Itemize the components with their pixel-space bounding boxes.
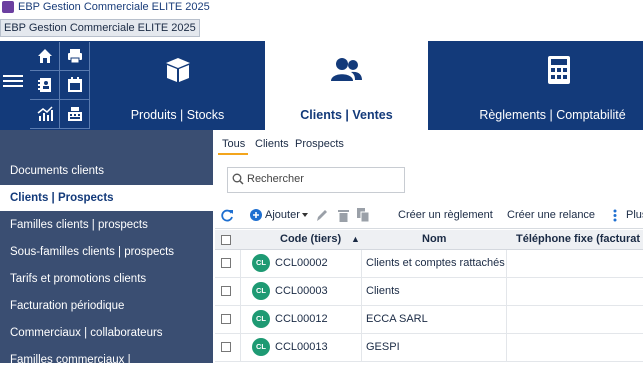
- table-row[interactable]: CL CCL00012 ECCA SARL: [215, 306, 643, 334]
- column-divider: [506, 250, 507, 277]
- column-divider: [361, 334, 362, 361]
- tab-clients-ventes[interactable]: Clients | Ventes: [265, 41, 428, 130]
- sidebar-item-familles-clients[interactable]: Familles clients | prospects: [10, 219, 148, 231]
- client-badge: CL: [252, 310, 270, 328]
- row-code: CCL00003: [275, 285, 328, 297]
- sidebar-item-commerciaux[interactable]: Commerciaux | collaborateurs: [10, 327, 163, 339]
- sidebar-item-facturation-periodique[interactable]: Facturation périodique: [10, 300, 124, 312]
- active-filter-underline: [218, 153, 248, 155]
- table-row[interactable]: CL CCL00013 GESPI: [215, 334, 643, 362]
- users-icon: [331, 58, 362, 81]
- sidebar-item-tarifs-promotions[interactable]: Tarifs et promotions clients: [10, 273, 146, 285]
- row-name: Clients et comptes rattachés: [366, 257, 505, 269]
- column-header-telephone[interactable]: Téléphone fixe (facturat: [516, 233, 640, 245]
- print-icon[interactable]: [60, 42, 90, 71]
- sidebar-item-documents-clients[interactable]: Documents clients: [10, 165, 104, 177]
- client-badge: CL: [252, 338, 270, 356]
- row-checkbox[interactable]: [221, 286, 231, 296]
- chevron-down-icon: [302, 213, 308, 217]
- row-code: CCL00002: [275, 257, 328, 269]
- column-divider: [240, 278, 241, 305]
- column-divider: [361, 250, 362, 277]
- sort-ascending-icon: ▲: [351, 234, 360, 244]
- refresh-icon[interactable]: [221, 209, 234, 222]
- create-reminder-button[interactable]: Créer une relance: [507, 209, 595, 221]
- row-code: CCL00013: [275, 341, 328, 353]
- calculator-icon: [548, 56, 570, 84]
- client-badge: CL: [252, 282, 270, 300]
- table-row[interactable]: CL CCL00003 Clients: [215, 278, 643, 306]
- sidebar-item-familles-commerciaux[interactable]: Familles commerciaux |: [10, 354, 131, 366]
- tab-reglements-comptabilite-label: Règlements | Comptabilité: [479, 108, 626, 122]
- client-badge: CL: [252, 254, 270, 272]
- column-divider: [506, 306, 507, 333]
- filter-tab-clients[interactable]: Clients: [255, 138, 289, 150]
- row-name: GESPI: [366, 341, 400, 353]
- row-name: Clients: [366, 285, 400, 297]
- sidebar-item-clients-prospects[interactable]: Clients | Prospects: [10, 192, 114, 204]
- more-button[interactable]: Plus: [626, 209, 643, 221]
- row-code: CCL00012: [275, 313, 328, 325]
- column-divider: [361, 306, 362, 333]
- row-checkbox[interactable]: [221, 314, 231, 324]
- hamburger-menu-icon[interactable]: [3, 75, 23, 89]
- window-title: EBP Gestion Commerciale ELITE 2025: [18, 1, 210, 13]
- create-payment-button[interactable]: Créer un règlement: [398, 209, 493, 221]
- column-divider: [506, 334, 507, 361]
- sidebar-item-sous-familles[interactable]: Sous-familles clients | prospects: [10, 246, 174, 258]
- search-icon: [232, 173, 244, 185]
- search-placeholder: Rechercher: [247, 173, 304, 185]
- row-name: ECCA SARL: [366, 313, 428, 325]
- column-divider: [361, 278, 362, 305]
- box-icon: [166, 58, 190, 82]
- row-checkbox[interactable]: [221, 342, 231, 352]
- add-button[interactable]: Ajouter: [265, 209, 300, 221]
- delete-icon[interactable]: [338, 209, 349, 222]
- tab-produits-stocks-label: Produits | Stocks: [130, 108, 225, 122]
- add-icon: [250, 209, 262, 221]
- column-header-code[interactable]: Code (tiers): [280, 233, 341, 245]
- tab-clients-ventes-label: Clients | Ventes: [300, 108, 393, 122]
- address-book-icon[interactable]: [30, 71, 60, 100]
- select-all-checkbox[interactable]: [221, 235, 231, 245]
- filter-tab-tous[interactable]: Tous: [222, 138, 245, 150]
- column-header-nom[interactable]: Nom: [422, 233, 446, 245]
- cash-register-icon[interactable]: [60, 100, 90, 129]
- tab-produits-stocks[interactable]: Produits | Stocks: [91, 41, 264, 130]
- more-vertical-icon: [613, 209, 617, 222]
- duplicate-icon[interactable]: [357, 208, 370, 222]
- chart-icon[interactable]: [30, 100, 60, 129]
- tab-reglements-comptabilite[interactable]: Règlements | Comptabilité: [462, 41, 643, 130]
- column-divider: [240, 334, 241, 361]
- row-checkbox[interactable]: [221, 258, 231, 268]
- toolbar-divider: [215, 228, 643, 229]
- app-logo-icon: [2, 1, 14, 13]
- edit-icon[interactable]: [316, 209, 328, 222]
- column-divider: [240, 306, 241, 333]
- column-divider: [240, 250, 241, 277]
- column-divider: [506, 278, 507, 305]
- document-tab[interactable]: EBP Gestion Commerciale ELITE 2025: [0, 19, 200, 37]
- calendar-icon[interactable]: [60, 71, 90, 100]
- home-icon[interactable]: [30, 42, 60, 71]
- filter-tab-prospects[interactable]: Prospects: [295, 138, 344, 150]
- table-row[interactable]: CL CCL00002 Clients et comptes rattachés: [215, 250, 643, 278]
